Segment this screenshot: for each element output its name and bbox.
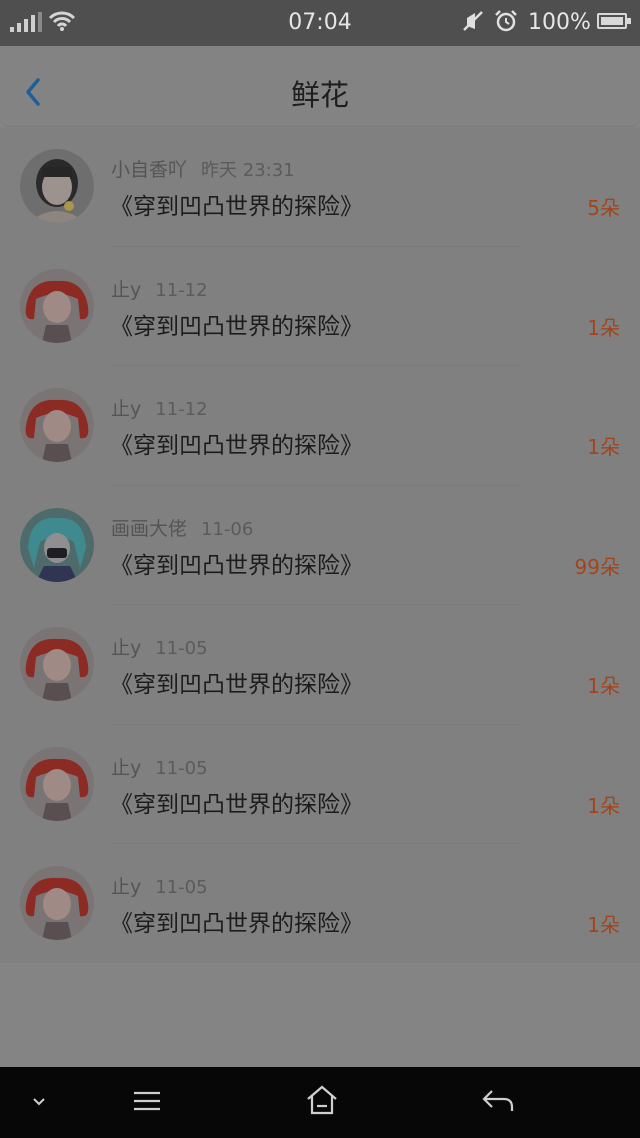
back-arrow-icon[interactable] [480,1085,516,1117]
mute-icon [463,11,483,31]
timestamp: 11-05 [155,757,208,779]
alarm-icon [495,10,517,32]
list-item[interactable]: 止y 11-12 《穿到凹凸世界的探险》 1朵 [0,366,640,486]
book-title: 《穿到凹凸世界的探险》 [110,433,363,459]
list-item[interactable]: 止y 11-12 《穿到凹凸世界的探险》 1朵 [0,247,640,366]
flower-count: 5朵 [587,196,620,220]
book-title: 《穿到凹凸世界的探险》 [110,672,363,698]
flower-count: 1朵 [587,913,620,937]
status-bar: 07:04 100% [0,0,640,46]
timestamp: 11-05 [155,877,208,898]
book-title: 《穿到凹凸世界的探险》 [110,552,363,579]
book-title: 《穿到凹凸世界的探险》 [110,313,363,340]
navigation-bar [0,1067,640,1138]
flower-count: 1朵 [587,793,620,818]
avatar[interactable] [20,388,94,462]
timestamp: 11-12 [155,279,208,301]
book-title: 《穿到凹凸世界的探险》 [110,194,363,220]
timestamp: 11-05 [155,638,208,659]
avatar[interactable] [20,627,94,701]
list-item[interactable]: 止y 11-05 《穿到凹凸世界的探险》 1朵 [0,605,640,725]
username[interactable]: 画画大佬 [111,518,187,540]
avatar[interactable] [20,507,94,582]
avatar[interactable] [20,746,94,821]
chevron-down-icon[interactable] [30,1095,48,1109]
battery-icon [597,13,631,29]
username[interactable]: 小自香吖 [111,159,187,181]
book-title: 《穿到凹凸世界的探险》 [110,911,363,937]
avatar[interactable] [20,866,94,940]
empty-area [0,963,640,1067]
book-title: 《穿到凹凸世界的探险》 [110,791,363,818]
battery-percent: 100% [528,10,591,35]
list-item[interactable]: 止y 11-05 《穿到凹凸世界的探险》 1朵 [0,844,640,964]
username[interactable]: 止y [111,637,141,659]
username[interactable]: 止y [111,398,141,420]
avatar[interactable] [20,268,94,343]
timestamp: 11-12 [155,399,208,420]
flower-count: 1朵 [587,435,620,459]
page-title: 鲜花 [290,78,349,112]
menu-icon[interactable] [131,1085,163,1117]
username[interactable]: 止y [111,757,141,779]
flower-count: 1朵 [587,315,620,340]
flower-count: 1朵 [587,674,620,698]
username[interactable]: 止y [111,279,141,301]
list-item[interactable]: 止y 11-05 《穿到凹凸世界的探险》 1朵 [0,725,640,844]
home-icon[interactable] [305,1083,339,1117]
flower-count: 99朵 [574,554,620,579]
flower-list: 小自香吖 昨天 23:31 《穿到凹凸世界的探险》 5朵 止y 11-12 《穿到凹… [0,127,640,963]
list-item[interactable]: 小自香吖 昨天 23:31 《穿到凹凸世界的探险》 5朵 [0,127,640,247]
timestamp: 昨天 23:31 [201,160,295,181]
avatar[interactable] [20,149,94,223]
list-item[interactable]: 画画大佬 11-06 《穿到凹凸世界的探险》 99朵 [0,486,640,605]
timestamp: 11-06 [201,518,254,540]
username[interactable]: 止y [111,876,141,898]
header: 鲜花 [0,46,640,127]
